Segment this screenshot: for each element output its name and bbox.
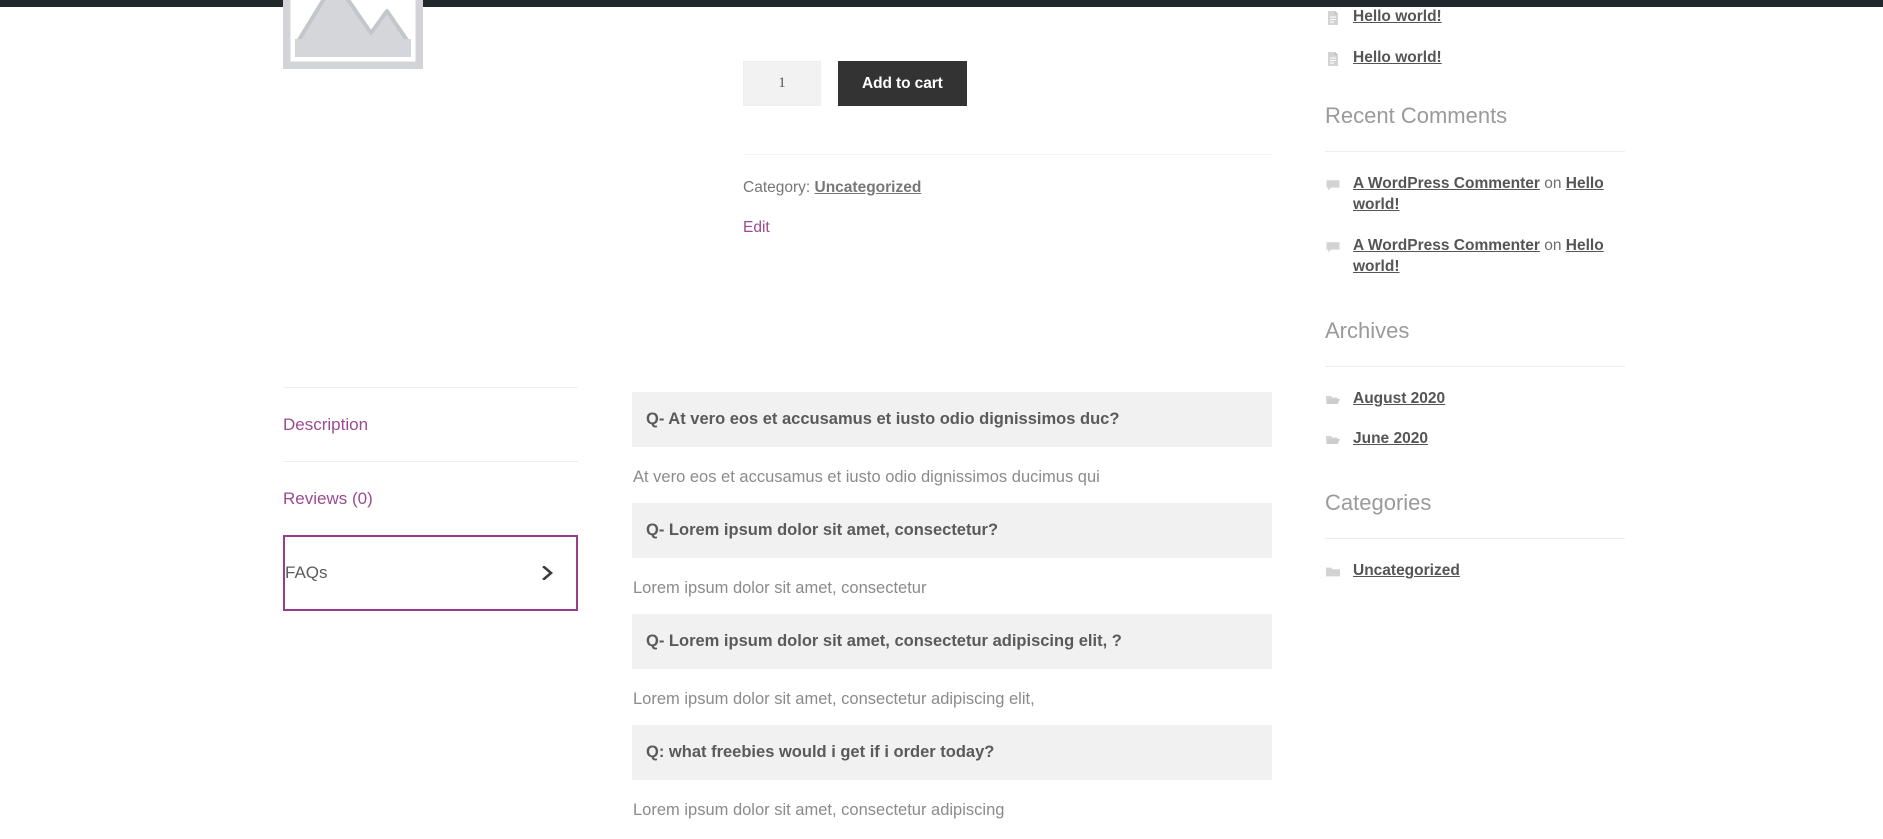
list-item: Hello world! [1325,7,1625,28]
list-item: Hello world! [1325,48,1625,69]
widget-categories: Categories Uncategorized [1325,490,1625,582]
faq-question[interactable]: Q- Lorem ipsum dolor sit amet, consectet… [632,613,1272,670]
faq-question[interactable]: Q: what freebies would i get if i order … [632,724,1272,781]
widget-divider [1325,538,1625,540]
comment-icon [1326,180,1340,191]
faq-panel: Q- At vero eos et accusamus et iusto odi… [632,392,1272,836]
comment-author-link[interactable]: A WordPress Commenter [1353,175,1540,192]
tab-faqs[interactable]: FAQs [283,535,578,611]
archive-link[interactable]: August 2020 [1353,389,1445,410]
comment-author-link[interactable]: A WordPress Commenter [1353,237,1540,254]
faq-answer: Lorem ipsum dolor sit amet, consectetur [633,579,927,598]
comment-connector: on [1539,174,1566,192]
categories-heading: Categories [1325,490,1432,516]
faq-answer: At vero eos et accusamus et iusto odio d… [633,468,1100,487]
recent-comments-heading: Recent Comments [1325,102,1508,128]
faq-question[interactable]: Q- Lorem ipsum dolor sit amet, consectet… [632,502,1272,559]
folder-open-icon [1326,395,1340,404]
recent-posts-list: Hello world! Hello world! [1325,7,1625,69]
faq-answer: Lorem ipsum dolor sit amet, consectetur … [633,801,1005,820]
categories-list: Uncategorized [1325,561,1625,582]
product-placeholder-image[interactable] [283,0,423,69]
page-root: Add to cart Category: Uncategorized Edit… [0,0,1883,839]
document-icon [1328,11,1338,25]
folder-icon [1326,567,1340,577]
sidebar: Hello world! Hello world! Recent Comment… [1325,7,1625,622]
archives-heading: Archives [1325,317,1410,343]
widget-divider [1325,365,1625,367]
tab-reviews-label: Reviews (0) [283,488,373,508]
product-tabs: Description Reviews (0) FAQs [283,387,578,611]
comment-icon [1326,241,1340,253]
product-gallery [283,0,623,69]
recent-post-link[interactable]: Hello world! [1353,48,1442,69]
list-item: June 2020 [1325,429,1625,450]
recent-comments-list: A WordPress Commenter on Hello world! A … [1325,174,1625,278]
quantity-input[interactable] [743,61,821,106]
tab-description-label: Description [283,414,369,434]
archive-link[interactable]: June 2020 [1353,429,1428,450]
summary-divider [743,154,1273,155]
add-to-cart-form: Add to cart [743,61,1273,106]
add-to-cart-button[interactable]: Add to cart [838,61,967,106]
tab-description[interactable]: Description [283,387,578,461]
category-link[interactable]: Uncategorized [815,179,922,196]
tab-reviews[interactable]: Reviews (0) [283,461,578,535]
product-summary: Add to cart Category: Uncategorized Edit [743,7,1273,237]
folder-open-icon [1326,436,1340,445]
list-item: A WordPress Commenter on Hello world! [1325,236,1625,278]
edit-product-link[interactable]: Edit [743,219,1273,237]
document-icon [1328,51,1338,66]
archives-list: August 2020 June 2020 [1325,389,1625,451]
faq-answer: Lorem ipsum dolor sit amet, consectetur … [633,690,1035,709]
list-item: A WordPress Commenter on Hello world! [1325,174,1625,216]
chevron-right-icon [542,566,553,580]
list-item: August 2020 [1325,389,1625,410]
list-item: Uncategorized [1325,561,1625,582]
comment-connector: on [1539,236,1566,254]
comment-entry: A WordPress Commenter on Hello world! [1353,174,1625,216]
category-label: Category: [743,179,811,196]
recent-post-link[interactable]: Hello world! [1353,7,1442,28]
widget-archives: Archives August 2020 June 2020 [1325,318,1625,451]
category-link[interactable]: Uncategorized [1353,561,1460,582]
widget-divider [1325,150,1625,152]
widget-recent-posts: Hello world! Hello world! [1325,7,1625,69]
tab-faqs-label: FAQs [285,563,328,582]
comment-entry: A WordPress Commenter on Hello world! [1353,236,1625,278]
widget-recent-comments: Recent Comments A WordPress Commenter on… [1325,103,1625,278]
faq-question[interactable]: Q- At vero eos et accusamus et iusto odi… [632,392,1272,448]
product-category-meta: Category: Uncategorized [743,179,1273,197]
